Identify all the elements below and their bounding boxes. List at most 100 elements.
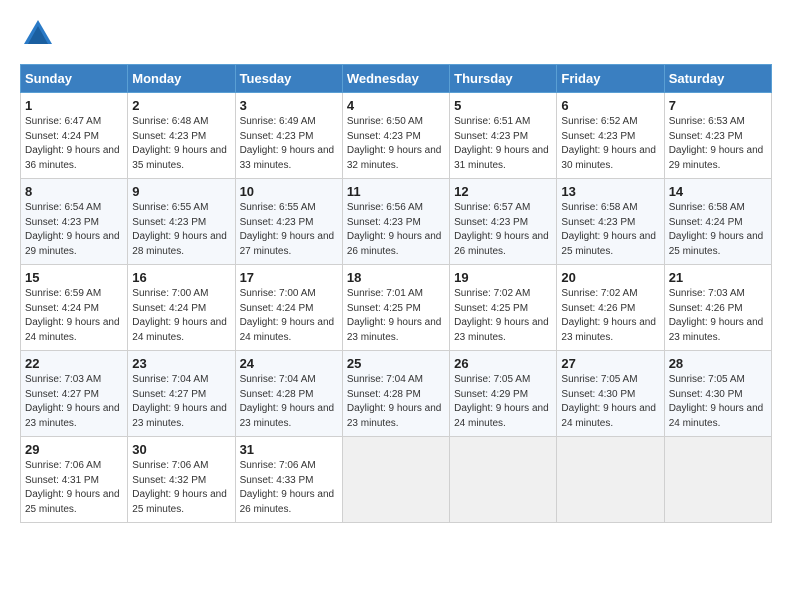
calendar-cell: 20 Sunrise: 7:02 AMSunset: 4:26 PMDaylig… (557, 265, 664, 351)
day-info: Sunrise: 7:00 AMSunset: 4:24 PMDaylight:… (132, 288, 227, 343)
day-info: Sunrise: 7:05 AMSunset: 4:29 PMDaylight:… (454, 374, 549, 429)
calendar-cell: 8 Sunrise: 6:54 AMSunset: 4:23 PMDayligh… (21, 179, 128, 265)
day-number: 6 (561, 98, 659, 113)
day-number: 19 (454, 270, 552, 285)
day-info: Sunrise: 6:52 AMSunset: 4:23 PMDaylight:… (561, 116, 656, 171)
day-number: 31 (240, 442, 338, 457)
calendar-cell: 11 Sunrise: 6:56 AMSunset: 4:23 PMDaylig… (342, 179, 449, 265)
day-info: Sunrise: 6:54 AMSunset: 4:23 PMDaylight:… (25, 202, 120, 257)
day-info: Sunrise: 7:05 AMSunset: 4:30 PMDaylight:… (669, 374, 764, 429)
calendar-cell: 2 Sunrise: 6:48 AMSunset: 4:23 PMDayligh… (128, 93, 235, 179)
calendar-cell: 12 Sunrise: 6:57 AMSunset: 4:23 PMDaylig… (450, 179, 557, 265)
calendar-cell: 27 Sunrise: 7:05 AMSunset: 4:30 PMDaylig… (557, 351, 664, 437)
day-info: Sunrise: 6:49 AMSunset: 4:23 PMDaylight:… (240, 116, 335, 171)
calendar-cell: 23 Sunrise: 7:04 AMSunset: 4:27 PMDaylig… (128, 351, 235, 437)
calendar-cell: 1 Sunrise: 6:47 AMSunset: 4:24 PMDayligh… (21, 93, 128, 179)
day-number: 15 (25, 270, 123, 285)
day-info: Sunrise: 6:51 AMSunset: 4:23 PMDaylight:… (454, 116, 549, 171)
day-number: 11 (347, 184, 445, 199)
day-info: Sunrise: 6:58 AMSunset: 4:24 PMDaylight:… (669, 202, 764, 257)
calendar-cell (664, 437, 771, 523)
calendar-cell: 13 Sunrise: 6:58 AMSunset: 4:23 PMDaylig… (557, 179, 664, 265)
calendar-week-3: 15 Sunrise: 6:59 AMSunset: 4:24 PMDaylig… (21, 265, 772, 351)
weekday-header-wednesday: Wednesday (342, 65, 449, 93)
calendar-body: 1 Sunrise: 6:47 AMSunset: 4:24 PMDayligh… (21, 93, 772, 523)
calendar-cell: 7 Sunrise: 6:53 AMSunset: 4:23 PMDayligh… (664, 93, 771, 179)
day-number: 7 (669, 98, 767, 113)
calendar-week-1: 1 Sunrise: 6:47 AMSunset: 4:24 PMDayligh… (21, 93, 772, 179)
day-info: Sunrise: 7:03 AMSunset: 4:27 PMDaylight:… (25, 374, 120, 429)
calendar-cell: 24 Sunrise: 7:04 AMSunset: 4:28 PMDaylig… (235, 351, 342, 437)
day-number: 24 (240, 356, 338, 371)
header (20, 16, 772, 52)
logo (20, 16, 60, 52)
day-number: 18 (347, 270, 445, 285)
day-number: 3 (240, 98, 338, 113)
weekday-header-row: SundayMondayTuesdayWednesdayThursdayFrid… (21, 65, 772, 93)
day-info: Sunrise: 7:04 AMSunset: 4:27 PMDaylight:… (132, 374, 227, 429)
day-number: 4 (347, 98, 445, 113)
calendar-cell: 31 Sunrise: 7:06 AMSunset: 4:33 PMDaylig… (235, 437, 342, 523)
day-number: 27 (561, 356, 659, 371)
day-number: 20 (561, 270, 659, 285)
calendar-cell: 15 Sunrise: 6:59 AMSunset: 4:24 PMDaylig… (21, 265, 128, 351)
day-info: Sunrise: 7:06 AMSunset: 4:31 PMDaylight:… (25, 460, 120, 515)
day-number: 2 (132, 98, 230, 113)
calendar-cell: 17 Sunrise: 7:00 AMSunset: 4:24 PMDaylig… (235, 265, 342, 351)
day-number: 12 (454, 184, 552, 199)
calendar-cell: 26 Sunrise: 7:05 AMSunset: 4:29 PMDaylig… (450, 351, 557, 437)
weekday-header-monday: Monday (128, 65, 235, 93)
day-info: Sunrise: 7:06 AMSunset: 4:33 PMDaylight:… (240, 460, 335, 515)
day-number: 13 (561, 184, 659, 199)
day-info: Sunrise: 7:06 AMSunset: 4:32 PMDaylight:… (132, 460, 227, 515)
day-number: 29 (25, 442, 123, 457)
day-info: Sunrise: 6:47 AMSunset: 4:24 PMDaylight:… (25, 116, 120, 171)
day-info: Sunrise: 7:03 AMSunset: 4:26 PMDaylight:… (669, 288, 764, 343)
calendar-cell: 22 Sunrise: 7:03 AMSunset: 4:27 PMDaylig… (21, 351, 128, 437)
day-number: 28 (669, 356, 767, 371)
weekday-header-saturday: Saturday (664, 65, 771, 93)
calendar-cell: 19 Sunrise: 7:02 AMSunset: 4:25 PMDaylig… (450, 265, 557, 351)
calendar-cell (342, 437, 449, 523)
calendar-cell: 5 Sunrise: 6:51 AMSunset: 4:23 PMDayligh… (450, 93, 557, 179)
day-info: Sunrise: 6:48 AMSunset: 4:23 PMDaylight:… (132, 116, 227, 171)
day-number: 25 (347, 356, 445, 371)
day-number: 22 (25, 356, 123, 371)
day-number: 5 (454, 98, 552, 113)
calendar-cell (450, 437, 557, 523)
calendar-week-5: 29 Sunrise: 7:06 AMSunset: 4:31 PMDaylig… (21, 437, 772, 523)
calendar-cell: 30 Sunrise: 7:06 AMSunset: 4:32 PMDaylig… (128, 437, 235, 523)
calendar-cell: 18 Sunrise: 7:01 AMSunset: 4:25 PMDaylig… (342, 265, 449, 351)
calendar-cell (557, 437, 664, 523)
day-info: Sunrise: 7:04 AMSunset: 4:28 PMDaylight:… (347, 374, 442, 429)
day-info: Sunrise: 6:55 AMSunset: 4:23 PMDaylight:… (240, 202, 335, 257)
day-info: Sunrise: 7:02 AMSunset: 4:26 PMDaylight:… (561, 288, 656, 343)
weekday-header-tuesday: Tuesday (235, 65, 342, 93)
day-number: 14 (669, 184, 767, 199)
day-info: Sunrise: 7:00 AMSunset: 4:24 PMDaylight:… (240, 288, 335, 343)
day-number: 23 (132, 356, 230, 371)
logo-icon (20, 16, 56, 52)
calendar-cell: 16 Sunrise: 7:00 AMSunset: 4:24 PMDaylig… (128, 265, 235, 351)
weekday-header-sunday: Sunday (21, 65, 128, 93)
day-info: Sunrise: 6:58 AMSunset: 4:23 PMDaylight:… (561, 202, 656, 257)
day-info: Sunrise: 6:56 AMSunset: 4:23 PMDaylight:… (347, 202, 442, 257)
weekday-header-friday: Friday (557, 65, 664, 93)
calendar-cell: 21 Sunrise: 7:03 AMSunset: 4:26 PMDaylig… (664, 265, 771, 351)
day-number: 26 (454, 356, 552, 371)
day-number: 10 (240, 184, 338, 199)
day-number: 8 (25, 184, 123, 199)
calendar-cell: 10 Sunrise: 6:55 AMSunset: 4:23 PMDaylig… (235, 179, 342, 265)
day-info: Sunrise: 7:05 AMSunset: 4:30 PMDaylight:… (561, 374, 656, 429)
day-info: Sunrise: 7:01 AMSunset: 4:25 PMDaylight:… (347, 288, 442, 343)
calendar-cell: 9 Sunrise: 6:55 AMSunset: 4:23 PMDayligh… (128, 179, 235, 265)
weekday-header-thursday: Thursday (450, 65, 557, 93)
calendar-cell: 3 Sunrise: 6:49 AMSunset: 4:23 PMDayligh… (235, 93, 342, 179)
day-info: Sunrise: 7:02 AMSunset: 4:25 PMDaylight:… (454, 288, 549, 343)
day-number: 1 (25, 98, 123, 113)
day-number: 9 (132, 184, 230, 199)
day-info: Sunrise: 6:57 AMSunset: 4:23 PMDaylight:… (454, 202, 549, 257)
calendar-cell: 4 Sunrise: 6:50 AMSunset: 4:23 PMDayligh… (342, 93, 449, 179)
day-number: 17 (240, 270, 338, 285)
calendar-cell: 6 Sunrise: 6:52 AMSunset: 4:23 PMDayligh… (557, 93, 664, 179)
